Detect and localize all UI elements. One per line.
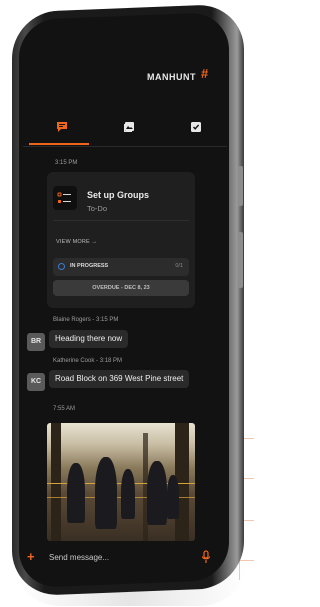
progress-status[interactable]: IN PROGRESS 0/1 — [53, 258, 189, 276]
progress-label: IN PROGRESS — [70, 263, 109, 269]
task-card[interactable]: Set up Groups To-Do VIEW MORE → IN PROGR… — [47, 172, 195, 308]
image-gallery-icon — [124, 122, 134, 132]
message-timestamp: 7:55 AM — [53, 406, 76, 412]
phone-screen: MANHUNT # 3:15 PM Set up Groups To-Do VI… — [19, 11, 229, 589]
volume-up-button — [238, 166, 243, 206]
progress-ring-icon — [58, 263, 65, 270]
message-sender: Blaine Rogers - 3:15 PM — [53, 317, 119, 323]
photo-element — [121, 469, 135, 519]
active-tab-indicator — [29, 143, 89, 145]
photo-element — [147, 461, 167, 525]
photo-attachment[interactable] — [47, 423, 195, 541]
message-sender: Katherine Cook - 3:18 PM — [53, 358, 123, 364]
tab-bar — [23, 112, 227, 147]
add-attachment-button[interactable]: + — [27, 549, 35, 564]
overdue-badge: OVERDUE - DEC 8, 23 — [53, 280, 189, 296]
tab-media[interactable] — [118, 118, 140, 136]
message-bubble: Heading there now — [49, 330, 129, 348]
microphone-button[interactable] — [201, 550, 211, 569]
divider — [53, 220, 189, 221]
task-title: Set up Groups — [87, 190, 150, 200]
message-composer: + Send message... — [19, 544, 229, 574]
microphone-icon — [201, 550, 211, 563]
photo-element — [51, 423, 61, 541]
photo-element — [67, 463, 85, 523]
chat-bubble-icon — [57, 122, 67, 132]
message-bubble: Road Block on 369 West Pine street — [49, 370, 190, 388]
tab-chat[interactable] — [51, 118, 73, 136]
message-timestamp: 3:15 PM — [55, 160, 78, 166]
volume-down-button — [238, 232, 243, 288]
todo-list-icon — [53, 186, 77, 210]
photo-element — [167, 475, 179, 519]
task-status-label: To-Do — [87, 204, 108, 213]
photo-element — [95, 457, 117, 529]
avatar[interactable]: BR — [27, 333, 45, 351]
tab-tasks[interactable] — [185, 118, 207, 136]
message-input[interactable]: Send message... — [49, 553, 109, 562]
progress-count: 0/1 — [175, 263, 183, 269]
channel-hash-icon[interactable]: # — [201, 66, 208, 81]
avatar[interactable]: KC — [27, 373, 45, 391]
app-title: MANHUNT — [147, 72, 196, 82]
view-more-link[interactable]: VIEW MORE → — [56, 239, 97, 245]
checkbox-icon — [191, 122, 201, 132]
